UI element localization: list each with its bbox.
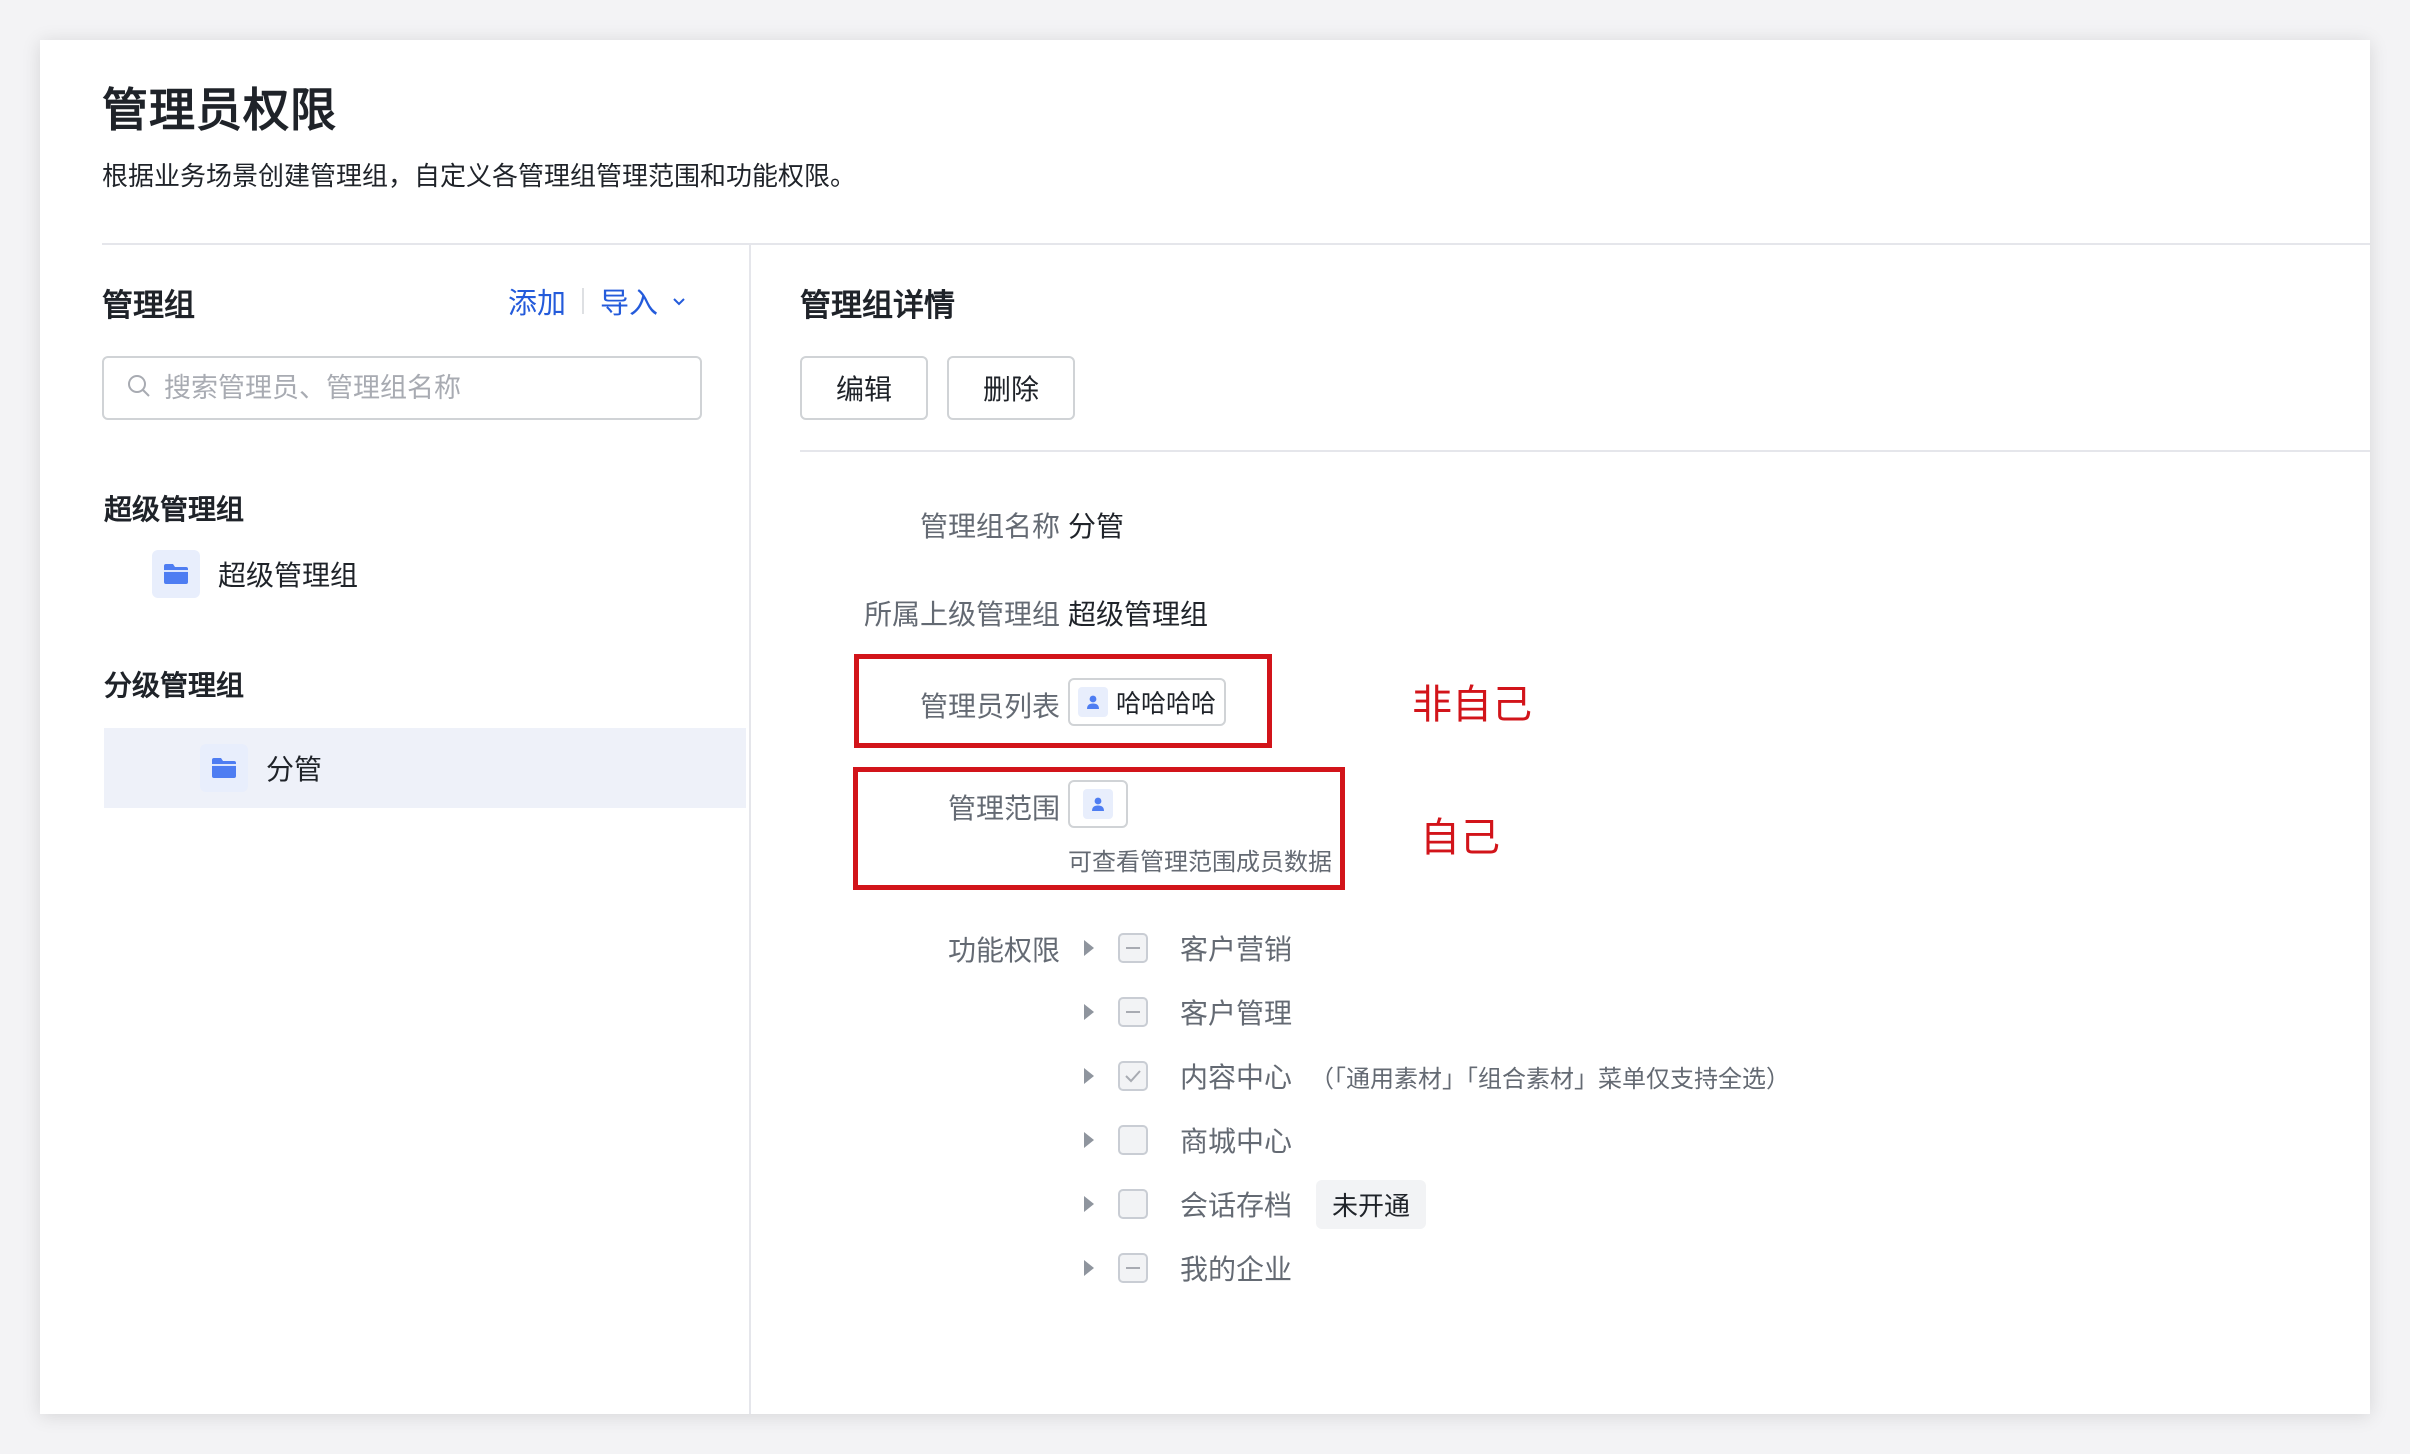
permission-row: 内容中心 （「通用素材」「组合素材」菜单仅支持全选） (1084, 1056, 1790, 1096)
panel-divider (749, 245, 751, 1414)
annotation-box-scope (853, 767, 1345, 890)
annotation-box-admin-list (854, 654, 1272, 748)
section-label-super: 超级管理组 (104, 493, 245, 526)
delete-button[interactable]: 删除 (947, 356, 1075, 420)
permission-label: 我的企业 (1180, 1253, 1293, 1286)
group-list-title: 管理组 (102, 288, 195, 324)
import-label: 导入 (600, 286, 659, 320)
tree-item-label: 分管 (266, 753, 323, 786)
detail-title: 管理组详情 (800, 288, 955, 324)
permission-label: 会话存档 (1180, 1189, 1293, 1222)
folder-icon (152, 550, 200, 598)
permission-row: 客户管理 (1084, 992, 1292, 1032)
edit-button[interactable]: 编辑 (800, 356, 928, 420)
checkbox-unchecked[interactable] (1118, 1125, 1148, 1155)
search-input[interactable] (164, 372, 664, 404)
annotation-self: 自己 (1420, 815, 1500, 861)
permission-label: 内容中心 (1180, 1061, 1293, 1094)
page-description: 根据业务场景创建管理组，自定义各管理组管理范围和功能权限。 (102, 162, 857, 192)
chevron-down-icon (672, 291, 686, 312)
field-value-name: 分管 (1068, 510, 1125, 543)
actions-separator (582, 288, 585, 314)
expand-arrow-icon[interactable] (1084, 1260, 1094, 1276)
expand-arrow-icon[interactable] (1084, 1004, 1094, 1020)
checkbox-unchecked[interactable] (1118, 1189, 1148, 1219)
section-label-tiered: 分级管理组 (104, 669, 245, 702)
add-group-link[interactable]: 添加 (508, 280, 566, 322)
permission-row: 我的企业 (1084, 1248, 1292, 1288)
checkbox-checked[interactable] (1118, 1061, 1148, 1091)
admin-permissions-card: 管理员权限 根据业务场景创建管理组，自定义各管理组管理范围和功能权限。 管理组 … (40, 40, 2370, 1414)
search-icon (126, 373, 164, 403)
field-label-permissions: 功能权限 (947, 934, 1060, 967)
field-label-parent: 所属上级管理组 (863, 598, 1060, 631)
permission-row: 客户营销 (1084, 928, 1292, 968)
permission-label: 商城中心 (1180, 1125, 1293, 1158)
header-divider (102, 243, 2370, 245)
group-search[interactable] (102, 356, 702, 420)
expand-arrow-icon[interactable] (1084, 1068, 1094, 1084)
group-list-actions: 添加 导入 (508, 280, 686, 322)
checkbox-indeterminate[interactable] (1118, 997, 1148, 1027)
annotation-not-self: 非自己 (1412, 682, 1532, 728)
field-value-parent: 超级管理组 (1068, 598, 1209, 631)
permission-label: 客户管理 (1180, 997, 1293, 1030)
checkbox-indeterminate[interactable] (1118, 1253, 1148, 1283)
page-title: 管理员权限 (102, 83, 337, 137)
expand-arrow-icon[interactable] (1084, 940, 1094, 956)
import-dropdown[interactable]: 导入 (600, 280, 686, 322)
expand-arrow-icon[interactable] (1084, 1196, 1094, 1212)
tree-item-fenguan[interactable]: 分管 (200, 744, 322, 792)
tree-item-super-admin[interactable]: 超级管理组 (152, 550, 358, 598)
permission-row: 商城中心 (1084, 1120, 1292, 1160)
folder-icon (200, 744, 248, 792)
detail-divider (800, 450, 2370, 452)
tree-item-label: 超级管理组 (218, 559, 359, 592)
permission-note: （「通用素材」「组合素材」菜单仅支持全选） (1310, 1064, 1791, 1093)
field-label-name: 管理组名称 (919, 510, 1060, 543)
not-enabled-badge: 未开通 (1316, 1179, 1427, 1229)
expand-arrow-icon[interactable] (1084, 1132, 1094, 1148)
checkbox-indeterminate[interactable] (1118, 933, 1148, 963)
permission-label: 客户营销 (1180, 933, 1293, 966)
permission-row: 会话存档 未开通 (1084, 1179, 1427, 1229)
